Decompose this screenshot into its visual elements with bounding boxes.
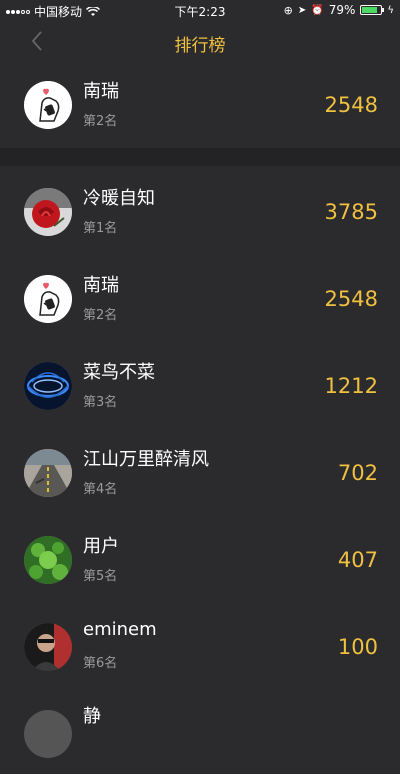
user-name: 江山万里醉清风 (83, 449, 209, 470)
nav-bar: 排行榜 (0, 20, 400, 64)
user-name: 冷暖自知 (83, 188, 155, 209)
list-item[interactable]: 用户 第5名 407 (0, 514, 400, 600)
avatar (24, 188, 72, 236)
avatar (24, 449, 72, 497)
avatar (24, 275, 72, 323)
status-bar: 中国移动 下午2:23 ⊕ ➤ ⏰ 79% ϟ (0, 0, 400, 20)
user-rank: 第1名 (83, 221, 118, 236)
my-rank-card: 南瑞 第2名 2548 (0, 64, 400, 148)
user-score: 2548 (324, 93, 378, 117)
battery-percent: 79% (328, 3, 356, 17)
list-item[interactable]: 冷暖自知 第1名 3785 (0, 166, 400, 252)
avatar (24, 623, 72, 671)
user-rank: 第4名 (83, 482, 118, 497)
road-avatar (24, 449, 72, 497)
charging-icon: ϟ (387, 4, 394, 16)
cat-sticker-avatar (24, 275, 72, 323)
user-score: 1212 (324, 374, 378, 398)
lock-rotation-icon: ⊕ (283, 3, 293, 17)
location-icon: ➤ (297, 4, 307, 16)
user-name: 南瑞 (83, 81, 119, 102)
section-divider (0, 148, 400, 166)
list-item[interactable]: eminem 第6名 100 (0, 601, 400, 687)
list-item[interactable]: 静 (0, 688, 400, 774)
user-name: 菜鸟不菜 (83, 362, 155, 383)
user-rank: 第3名 (83, 395, 118, 410)
user-score: 407 (337, 548, 378, 572)
user-name: eminem (83, 619, 157, 640)
user-name: 静 (83, 706, 101, 727)
list-item[interactable]: 江山万里醉清风 第4名 702 (0, 427, 400, 513)
user-score: 100 (337, 635, 378, 659)
avatar (24, 362, 72, 410)
user-score: 702 (337, 461, 378, 485)
list-item[interactable]: 菜鸟不菜 第3名 1212 (0, 340, 400, 426)
user-rank: 第6名 (83, 656, 118, 671)
list-item[interactable]: 南瑞 第2名 2548 (0, 253, 400, 339)
page-title: 排行榜 (174, 36, 226, 56)
avatar (24, 536, 72, 584)
alarm-icon: ⏰ (311, 4, 324, 16)
red-rose-avatar (24, 188, 72, 236)
blue-light-avatar (24, 362, 72, 410)
user-score: 3785 (324, 200, 378, 224)
portrait-avatar (24, 623, 72, 671)
user-rank: 第2名 (83, 308, 118, 323)
status-right: ⊕ ➤ ⏰ 79% ϟ (284, 3, 394, 17)
battery-icon (360, 5, 385, 15)
user-name: 南瑞 (83, 275, 119, 296)
user-score: 2548 (324, 287, 378, 311)
user-rank: 第2名 (83, 114, 118, 129)
avatar (24, 710, 72, 758)
cat-sticker-avatar (24, 81, 72, 129)
clover-avatar (24, 536, 72, 584)
user-name: 用户 (83, 536, 119, 557)
user-rank: 第5名 (83, 569, 118, 584)
avatar (24, 81, 72, 129)
